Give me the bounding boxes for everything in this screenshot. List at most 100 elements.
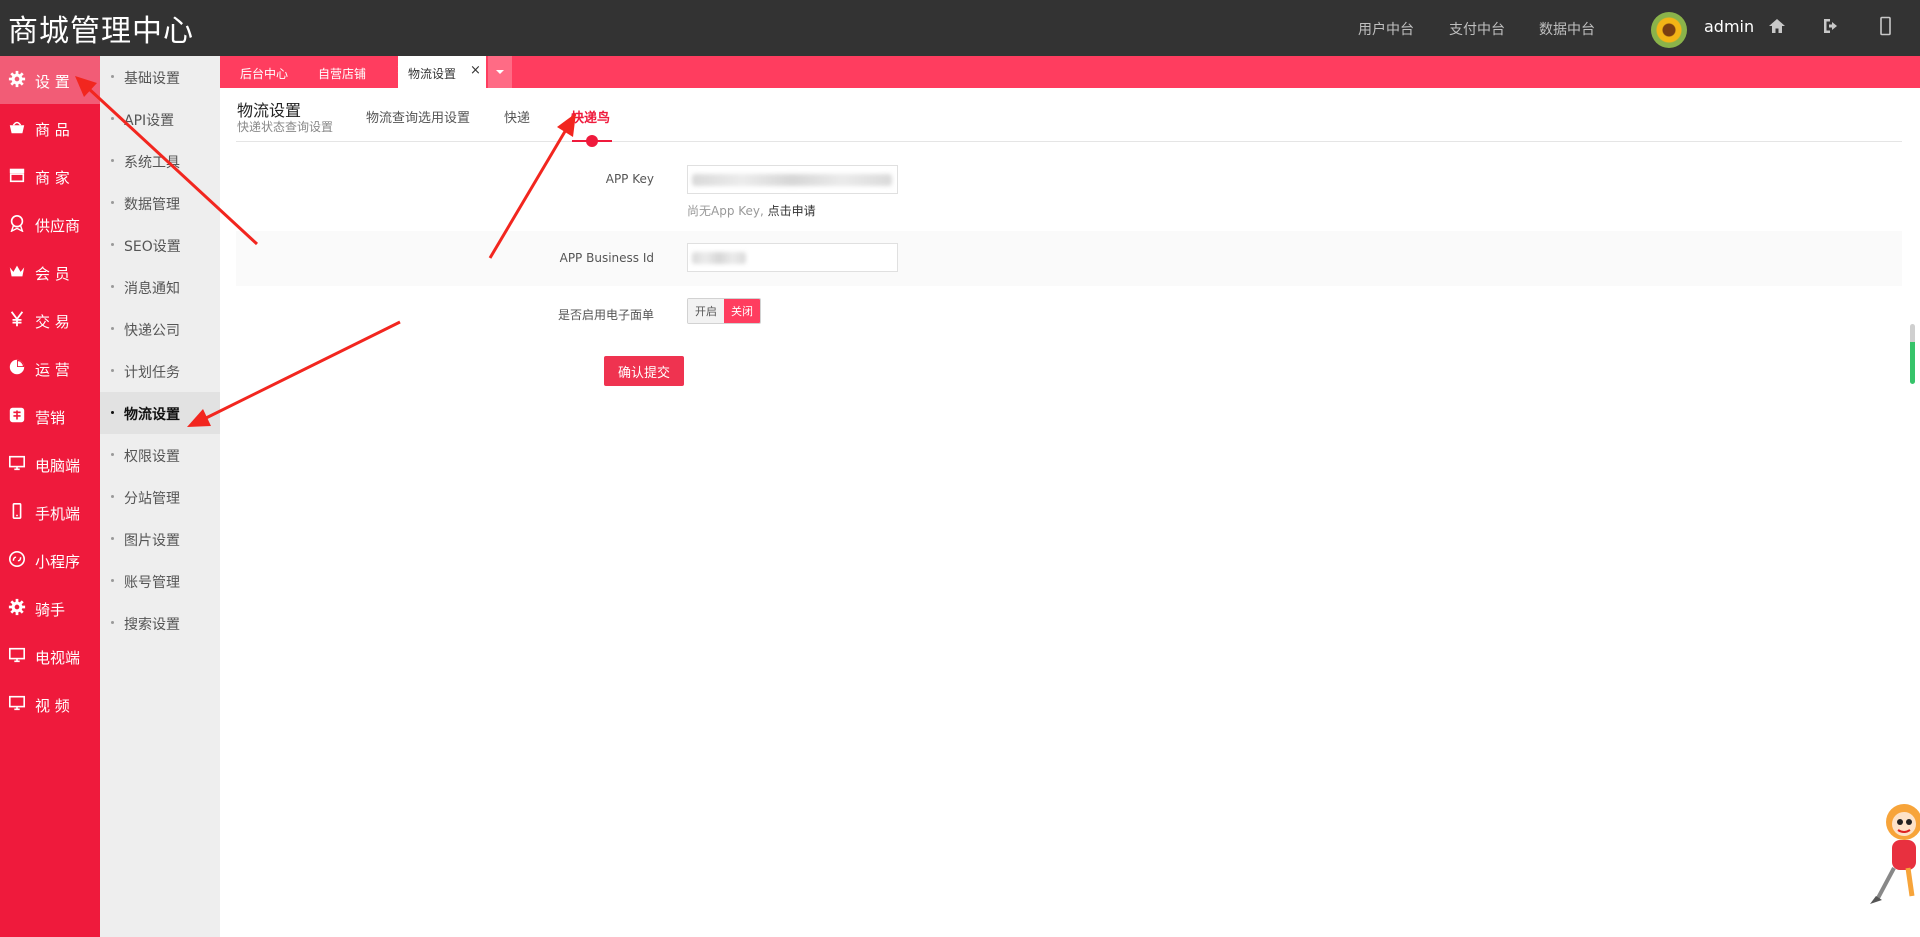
submit-button[interactable]: 确认提交 (604, 356, 684, 386)
bullet (111, 201, 114, 204)
submenu-item-label: 基础设置 (124, 71, 180, 87)
sidebar-item-label: 小程序 (35, 553, 81, 571)
submenu-item-images[interactable]: 图片设置 (100, 518, 220, 560)
app-title: 商城管理中心 (8, 14, 194, 49)
submenu-item-seo[interactable]: SEO设置 (100, 224, 220, 266)
bullet (111, 75, 114, 78)
e-waybill-toggle[interactable]: 开启 关闭 (687, 298, 761, 324)
tab-logistics-settings[interactable]: 物流设置 × (398, 56, 486, 88)
sidebar-item-goods[interactable]: 商 品 (0, 104, 100, 152)
submenu-item-label: 搜索设置 (124, 617, 180, 633)
submenu-item-api[interactable]: API设置 (100, 98, 220, 140)
main-sidebar: 设 置 商 品 商 家 供应商 会 员 交 易 运 营 营销 电脑端 手机端 小… (0, 56, 100, 937)
sidebar-item-pc[interactable]: 电脑端 (0, 440, 100, 488)
pie-icon (9, 359, 25, 375)
submenu-item-logistics[interactable]: 物流设置 (100, 392, 220, 434)
user-name[interactable]: admin (1704, 17, 1754, 36)
sidebar-item-video[interactable]: 视 频 (0, 680, 100, 728)
submenu-item-label: 账号管理 (124, 575, 180, 591)
sidebar-item-tv[interactable]: 电视端 (0, 632, 100, 680)
sidebar-item-settings[interactable]: 设 置 (0, 56, 100, 104)
top-bar: 商城管理中心 用户中台 支付中台 数据中台 admin (0, 0, 1920, 56)
app-key-input[interactable] (687, 165, 898, 194)
submenu-item-label: 图片设置 (124, 533, 180, 549)
submenu-item-label: 数据管理 (124, 197, 180, 213)
mascot-image (1870, 804, 1920, 904)
submenu-item-couriers[interactable]: 快递公司 (100, 308, 220, 350)
subtab-kdniao[interactable]: 快递鸟 (571, 107, 610, 126)
subtab-express[interactable]: 快递 (504, 107, 530, 126)
close-icon[interactable]: × (470, 63, 481, 78)
sidebar-item-label: 供应商 (35, 217, 81, 235)
home-icon[interactable] (1767, 16, 1787, 36)
apply-link[interactable]: 点击申请 (768, 204, 816, 218)
sidebar-item-trade[interactable]: 交 易 (0, 296, 100, 344)
redacted-value (692, 174, 892, 186)
sidebar-item-label: 电视端 (35, 649, 81, 667)
submenu-item-data-management[interactable]: 数据管理 (100, 182, 220, 224)
bullet (111, 243, 114, 246)
business-id-input[interactable] (687, 243, 898, 272)
business-id-label: APP Business Id (559, 251, 654, 265)
bullet (111, 117, 114, 120)
yen-icon (10, 311, 24, 327)
sidebar-item-miniprogram[interactable]: 小程序 (0, 536, 100, 584)
monitor-icon (8, 455, 26, 471)
tab-dropdown-button[interactable] (488, 56, 512, 88)
toggle-off-option[interactable]: 关闭 (724, 299, 760, 323)
bullet (111, 453, 114, 456)
marketing-icon (9, 407, 25, 423)
tab-admin-home[interactable]: 后台中心 (240, 56, 300, 88)
store-icon (9, 168, 25, 183)
mobile-icon (12, 502, 22, 520)
app-key-hint: 尚无App Key, 点击申请 (687, 202, 816, 219)
submenu-item-label: 分站管理 (124, 491, 180, 507)
sidebar-item-merchant[interactable]: 商 家 (0, 152, 100, 200)
sidebar-item-label: 设 置 (35, 73, 70, 91)
miniprogram-icon (8, 550, 26, 568)
sidebar-item-label: 商 家 (35, 169, 70, 187)
supplier-icon (10, 214, 24, 232)
monitor-icon (8, 647, 26, 663)
e-waybill-label: 是否启用电子面单 (557, 308, 654, 322)
submenu-item-system-tools[interactable]: 系统工具 (100, 140, 220, 182)
bullet (111, 159, 114, 162)
submenu-item-accounts[interactable]: 账号管理 (100, 560, 220, 602)
topnav-user-center[interactable]: 用户中台 (1358, 19, 1414, 39)
submenu-item-label: 快递公司 (124, 323, 180, 339)
sidebar-item-operation[interactable]: 运 营 (0, 344, 100, 392)
avatar[interactable] (1651, 12, 1687, 48)
scroll-indicator[interactable] (1910, 324, 1915, 384)
sidebar-item-mobile[interactable]: 手机端 (0, 488, 100, 536)
monitor-icon (8, 695, 26, 711)
submenu-item-basic[interactable]: 基础设置 (100, 56, 220, 98)
tab-label: 自营店铺 (318, 67, 367, 81)
sidebar-item-rider[interactable]: 骑手 (0, 584, 100, 632)
tab-self-store[interactable]: 自营店铺 × (318, 56, 407, 88)
topnav-data-center[interactable]: 数据中台 (1539, 19, 1595, 39)
fullscreen-icon[interactable] (1876, 16, 1896, 36)
submenu-item-label: 权限设置 (124, 449, 180, 465)
submenu-item-scheduled-tasks[interactable]: 计划任务 (100, 350, 220, 392)
submenu-item-search[interactable]: 搜索设置 (100, 602, 220, 644)
toggle-on-option[interactable]: 开启 (688, 299, 724, 323)
tab-label: 物流设置 (408, 67, 457, 81)
bullet (111, 579, 114, 582)
sidebar-item-marketing[interactable]: 营销 (0, 392, 100, 440)
hint-text: 尚无App Key, (687, 204, 768, 218)
sidebar-item-supplier[interactable]: 供应商 (0, 200, 100, 248)
sidebar-item-label: 商 品 (35, 121, 70, 139)
sidebar-item-label: 电脑端 (35, 457, 81, 475)
submenu-item-substations[interactable]: 分站管理 (100, 476, 220, 518)
sidebar-item-label: 交 易 (35, 313, 70, 331)
subtab-query-selection[interactable]: 物流查询选用设置 (366, 107, 470, 126)
topnav-payment-center[interactable]: 支付中台 (1449, 19, 1505, 39)
submenu-item-label: API设置 (124, 113, 175, 129)
bullet (111, 537, 114, 540)
submenu-item-notifications[interactable]: 消息通知 (100, 266, 220, 308)
sidebar-item-member[interactable]: 会 员 (0, 248, 100, 296)
logout-icon[interactable] (1821, 16, 1841, 36)
tab-strip: 后台中心 自营店铺 × 物流设置 × (220, 56, 1920, 88)
basket-icon (9, 121, 25, 134)
submenu-item-permissions[interactable]: 权限设置 (100, 434, 220, 476)
